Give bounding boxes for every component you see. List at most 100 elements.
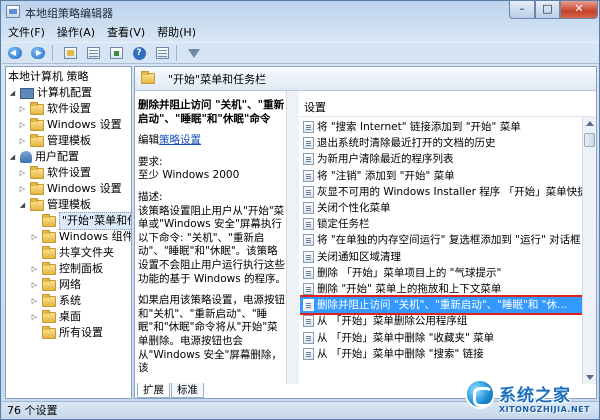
settings-list: 将 "搜索 Internet" 链接添加到 "开始" 菜单 退出系统时清除最近打… bbox=[300, 119, 582, 384]
watermark-url: XITONGZHIJIA.NET bbox=[499, 405, 591, 414]
list-item[interactable]: 将 "搜索 Internet" 链接添加到 "开始" 菜单 bbox=[300, 119, 582, 135]
collapse-arrow-icon[interactable]: ◢ bbox=[8, 89, 17, 98]
tree-item-network[interactable]: ▷ 网络 bbox=[30, 277, 81, 293]
expand-arrow-icon[interactable]: ▷ bbox=[18, 169, 27, 178]
policy-icon bbox=[303, 331, 314, 344]
content-header: "开始"菜单和任务栏 bbox=[135, 67, 596, 91]
list-item[interactable]: 关闭通知区域清理 bbox=[300, 249, 582, 265]
edit-policy-link[interactable]: 策略设置 bbox=[159, 134, 201, 146]
description-panel: 删除并阻止访问 "关机"、"重新启动"、"睡眠"和"休眠"命令 编辑策略设置 要… bbox=[135, 91, 291, 384]
expand-arrow-icon[interactable]: ▷ bbox=[18, 185, 27, 194]
back-button[interactable] bbox=[5, 44, 25, 62]
tree-item-desktop[interactable]: ▷ 桌面 bbox=[30, 309, 81, 325]
tree-item-user-config[interactable]: ◢ 用户配置 bbox=[8, 149, 79, 165]
export-list-button[interactable] bbox=[106, 44, 126, 62]
minimize-button[interactable]: – bbox=[509, 1, 535, 19]
list-item[interactable]: 锁定任务栏 bbox=[300, 216, 582, 232]
tree-item-control-panel[interactable]: ▷ 控制面板 bbox=[30, 261, 103, 277]
list-item[interactable]: 从 「开始」菜单中删除 "收藏夹" 菜单 bbox=[300, 329, 582, 345]
list-item[interactable]: 关闭个性化菜单 bbox=[300, 200, 582, 216]
menu-view[interactable]: 查看(V) bbox=[101, 24, 151, 42]
requirements: 要求: 至少 Windows 2000 bbox=[138, 155, 240, 182]
menu-action[interactable]: 操作(A) bbox=[51, 24, 101, 42]
folder-icon bbox=[30, 181, 44, 195]
content-pane: "开始"菜单和任务栏 删除并阻止访问 "关机"、"重新启动"、"睡眠"和"休眠"… bbox=[134, 66, 597, 399]
expand-arrow-icon[interactable]: ▷ bbox=[30, 233, 39, 242]
folder-icon bbox=[42, 261, 56, 275]
tree-item-admin-templates[interactable]: ▷ 管理模板 bbox=[18, 133, 91, 149]
collapse-arrow-icon[interactable]: ◢ bbox=[8, 153, 17, 162]
expand-arrow-icon[interactable]: ▷ bbox=[30, 281, 39, 290]
policy-icon bbox=[303, 137, 314, 150]
scroll-up-icon[interactable] bbox=[586, 121, 594, 126]
properties-button[interactable] bbox=[152, 44, 172, 62]
app-window: 本地组策略编辑器 – □ ✕ 文件(F) 操作(A) 查看(V) 帮助(H) ?… bbox=[0, 0, 600, 420]
tab-extended[interactable]: 扩展 bbox=[137, 383, 170, 398]
list-item[interactable]: 从 「开始」菜单中删除 "搜索" 链接 bbox=[300, 346, 582, 362]
list-item[interactable]: 将 "注销" 添加到 "开始" 菜单 bbox=[300, 168, 582, 184]
tree-item-software-settings[interactable]: ▷ 软件设置 bbox=[18, 101, 91, 117]
watermark: 系统之家 XITONGZHIJIA.NET bbox=[463, 377, 599, 420]
description-text: 描述: 该策略设置阻止用户从"开始"菜单或"Windows 安全"屏幕执行以下命令… bbox=[138, 190, 287, 285]
expand-arrow-icon[interactable]: ▷ bbox=[30, 297, 39, 306]
expand-arrow-icon[interactable]: ▷ bbox=[30, 265, 39, 274]
list-item[interactable]: 从 「开始」菜单删除公用程序组 bbox=[300, 313, 582, 329]
collapse-arrow-icon[interactable]: ◢ bbox=[18, 201, 27, 210]
back-arrow-icon bbox=[8, 47, 22, 59]
menu-file[interactable]: 文件(F) bbox=[2, 24, 51, 42]
show-hide-tree-button[interactable] bbox=[83, 44, 103, 62]
list-item[interactable]: 为新用户清除最近的程序列表 bbox=[300, 151, 582, 167]
up-level-button[interactable] bbox=[60, 44, 80, 62]
description-extra-text: 如果启用该策略设置，电源按钮和"关机"、"重新启动"、"睡眠"和"休眠"命令将从… bbox=[138, 294, 285, 375]
expand-arrow-icon[interactable]: ▷ bbox=[18, 105, 27, 114]
tree-item-computer-config[interactable]: ◢ 计算机配置 bbox=[8, 85, 92, 101]
policy-icon bbox=[303, 202, 314, 215]
tree-item-start-menu-taskbar[interactable]: "开始"菜单和任 bbox=[30, 212, 131, 230]
tree-item-user-windows-settings[interactable]: ▷ Windows 设置 bbox=[18, 181, 122, 197]
policy-icon bbox=[303, 250, 314, 263]
expand-arrow-icon[interactable]: ▷ bbox=[18, 137, 27, 146]
tree-item-user-software-settings[interactable]: ▷ 软件设置 bbox=[18, 165, 91, 181]
settings-scrollbar[interactable] bbox=[582, 117, 596, 384]
close-button[interactable]: ✕ bbox=[560, 1, 598, 19]
policy-icon bbox=[303, 218, 314, 231]
help-button[interactable]: ? bbox=[129, 44, 149, 62]
properties-icon bbox=[155, 47, 169, 59]
list-item[interactable]: 将 "在单独的内存空间运行" 复选框添加到 "运行" 对话框 bbox=[300, 232, 582, 248]
list-item[interactable]: 退出系统时清除最近打开的文档的历史 bbox=[300, 135, 582, 151]
expand-arrow-icon[interactable]: ▷ bbox=[18, 121, 27, 130]
folder-icon bbox=[42, 229, 56, 243]
policy-icon bbox=[303, 185, 314, 198]
list-item[interactable]: 删除 「开始」菜单项目上的 "气球提示" bbox=[300, 265, 582, 281]
maximize-button[interactable]: □ bbox=[535, 1, 560, 19]
forward-button[interactable] bbox=[28, 44, 48, 62]
settings-column-header[interactable]: 设置 bbox=[300, 99, 596, 117]
tree-item-system[interactable]: ▷ 系统 bbox=[30, 293, 81, 309]
tree-item-windows-settings[interactable]: ▷ Windows 设置 bbox=[18, 117, 122, 133]
tree-item-windows-components[interactable]: ▷ Windows 组件 bbox=[30, 229, 131, 245]
folder-icon bbox=[42, 277, 56, 291]
tree-item-local-policy[interactable]: 本地计算机 策略 bbox=[8, 69, 89, 85]
filter-button[interactable] bbox=[184, 44, 204, 62]
forward-arrow-icon bbox=[31, 47, 45, 59]
app-icon bbox=[6, 5, 20, 18]
navigation-tree: 本地计算机 策略 ◢ 计算机配置 ▷ 软件设置 ▷ Windows 设置 ▷ 管… bbox=[5, 66, 132, 399]
list-item[interactable]: 删除 "开始" 菜单上的拖放和上下文菜单 bbox=[300, 281, 582, 297]
scroll-thumb[interactable] bbox=[584, 133, 595, 147]
title-bar: 本地组策略编辑器 – □ ✕ bbox=[1, 1, 599, 23]
policy-title: 删除并阻止访问 "关机"、"重新启动"、"睡眠"和"休眠"命令 bbox=[138, 99, 285, 125]
expand-arrow-icon[interactable]: ▷ bbox=[30, 313, 39, 322]
description-scrollbar[interactable] bbox=[286, 91, 299, 384]
folder-icon bbox=[30, 165, 44, 179]
folder-icon bbox=[30, 117, 44, 131]
folder-icon bbox=[42, 325, 56, 339]
tree-item-shared-folders[interactable]: 共享文件夹 bbox=[30, 245, 114, 261]
view-tabs: 扩展 标准 bbox=[137, 383, 205, 398]
list-item-selected[interactable]: 删除并阻止访问 "关机"、"重新启动"、"睡眠"和 "休... bbox=[300, 295, 582, 316]
tab-standard[interactable]: 标准 bbox=[171, 383, 204, 398]
menu-help[interactable]: 帮助(H) bbox=[151, 24, 202, 42]
list-item[interactable]: 灰显不可用的 Windows Installer 程序 「开始」菜单快捷方... bbox=[300, 184, 582, 200]
folder-icon bbox=[42, 293, 56, 307]
tree-item-user-admin-templates[interactable]: ◢ 管理模板 bbox=[18, 197, 91, 213]
tree-item-all-settings[interactable]: 所有设置 bbox=[30, 325, 103, 341]
